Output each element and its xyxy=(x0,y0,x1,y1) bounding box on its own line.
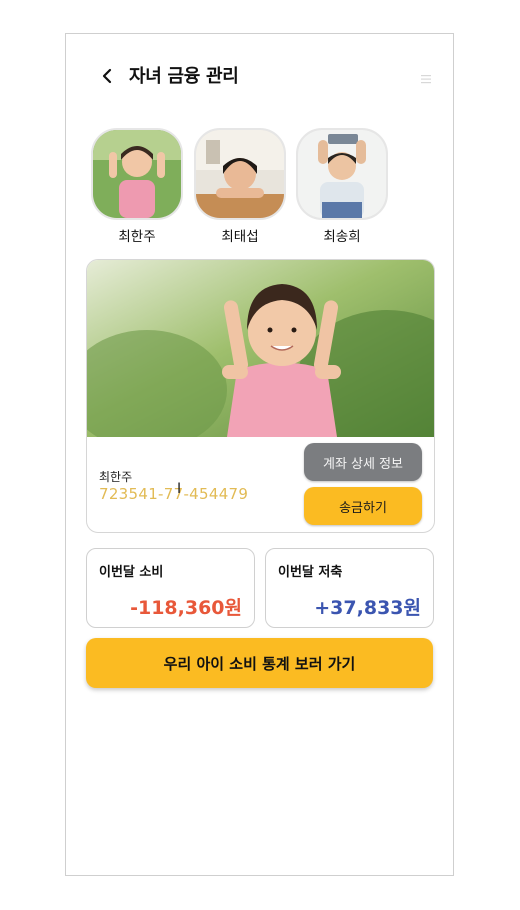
child-item[interactable]: 최송희 xyxy=(295,128,389,245)
menu-icon[interactable] xyxy=(419,72,433,86)
account-detail-button[interactable]: 계좌 상세 정보 xyxy=(304,443,422,481)
page-title: 자녀 금융 관리 xyxy=(129,66,239,87)
monthly-savings-value: +37,833원 xyxy=(314,597,421,619)
send-money-button[interactable]: 송금하기 xyxy=(304,487,422,525)
child-name: 최태섭 xyxy=(221,229,259,245)
header: 자녀 금융 관리 xyxy=(66,34,453,124)
account-number: 723541-77-454479 xyxy=(99,485,249,503)
child-item[interactable]: 최한주 xyxy=(90,128,184,245)
monthly-savings-card: 이번달 저축 +37,833원 xyxy=(265,548,434,628)
child-name: 최송희 xyxy=(323,229,361,245)
account-owner-name: 최한주 xyxy=(99,470,133,484)
monthly-savings-label: 이번달 저축 xyxy=(278,565,343,580)
app-frame: 자녀 금융 관리 최한주 최태섭 최송희 최한주 723541-77-45447… xyxy=(65,33,454,876)
chevron-left-icon xyxy=(102,68,112,84)
monthly-spend-value: -118,360원 xyxy=(130,597,242,619)
child-avatar xyxy=(296,128,388,220)
children-list: 최한주 최태섭 최송희 xyxy=(90,128,410,248)
child-photo xyxy=(87,260,434,437)
monthly-spend-card: 이번달 소비 -118,360원 xyxy=(86,548,255,628)
child-item[interactable]: 최태섭 xyxy=(193,128,287,245)
child-avatar xyxy=(91,128,183,220)
child-name: 최한주 xyxy=(118,229,156,245)
text-cursor-icon: I xyxy=(177,481,182,497)
monthly-spend-label: 이번달 소비 xyxy=(99,565,164,580)
account-card: 최한주 723541-77-454479 I 계좌 상세 정보 송금하기 xyxy=(86,259,435,533)
back-button[interactable] xyxy=(96,64,118,88)
view-spending-stats-button[interactable]: 우리 아이 소비 통계 보러 가기 xyxy=(86,638,433,688)
child-avatar xyxy=(194,128,286,220)
